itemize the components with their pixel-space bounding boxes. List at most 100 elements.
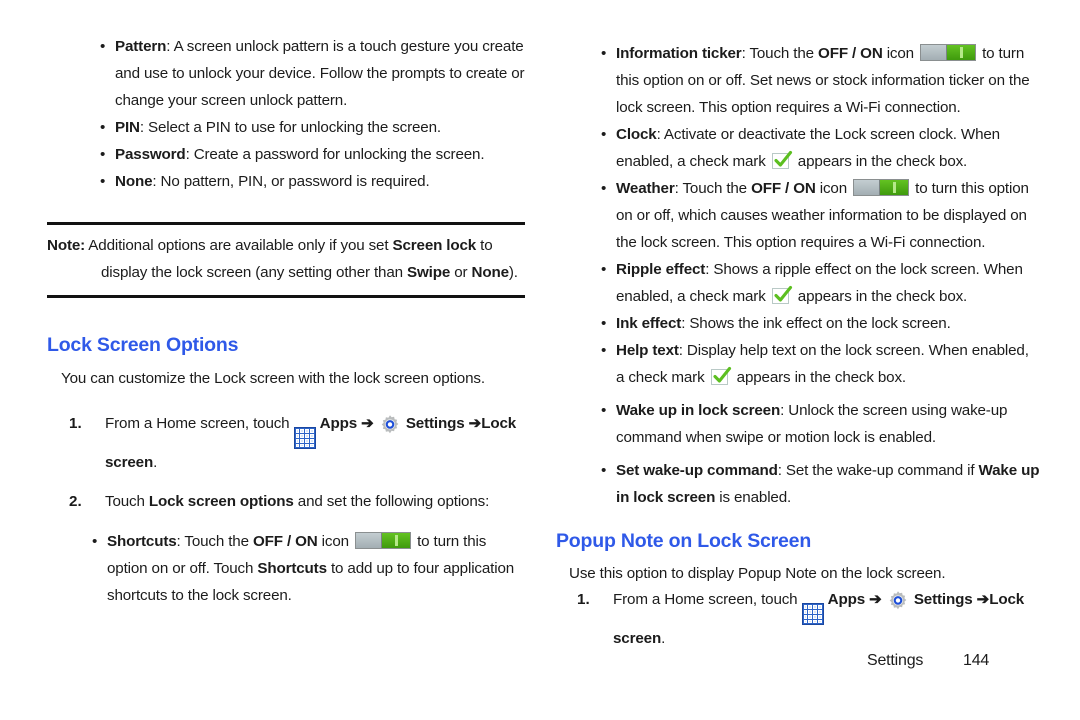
- green-check-icon[interactable]: [710, 366, 731, 386]
- bullet-seg-2: icon: [882, 45, 919, 62]
- list-item-clock: Clock: Activate or deactivate the Lock s…: [601, 121, 1040, 175]
- arrow-right-icon: ➔: [361, 415, 374, 432]
- off-on-label: OFF / ON: [751, 180, 816, 197]
- bullet-term: Clock: [616, 126, 657, 143]
- step-text-post: and set the following options:: [293, 493, 490, 511]
- bullet-seg-2: icon: [317, 533, 353, 550]
- bullet-term: Pattern: [115, 38, 167, 55]
- step-text-pre: From a Home screen, touch: [613, 591, 802, 608]
- bullet-seg-1: : Touch the: [176, 533, 253, 550]
- bullet-seg-1: : Set the wake-up command if: [777, 462, 979, 479]
- list-item: PIN: Select a PIN to use for unlocking t…: [100, 114, 525, 141]
- arrow-right-icon-2: ➔: [468, 415, 482, 432]
- screen-lock-options-list: Pattern: A screen unlock pattern is a to…: [100, 33, 525, 195]
- bullet-seg-2: is enabled.: [715, 489, 792, 506]
- step-period: .: [153, 454, 158, 472]
- note-part-3: or: [450, 264, 472, 281]
- note-text: Note: Additional options are available o…: [47, 232, 525, 286]
- bullet-term: Wake up in lock screen: [616, 402, 781, 419]
- option-bullets-left: Shortcuts: Touch the OFF / ON icon to tu…: [92, 528, 525, 609]
- bullet-seg-1: : Touch the: [674, 180, 752, 197]
- off-on-toggle-icon[interactable]: [920, 44, 977, 61]
- bullet-seg-3: appears in the check box.: [793, 153, 968, 170]
- list-item-wake-up-in-lock-screen: Wake up in lock screen: Unlock the scree…: [601, 397, 1040, 451]
- bullet-seg-1: : Touch the: [741, 45, 819, 62]
- apps-grid-icon[interactable]: [293, 427, 316, 450]
- off-on-label: OFF / ON: [252, 533, 318, 550]
- step-text-pre: Touch: [105, 493, 149, 511]
- bullet-term: PIN: [115, 119, 140, 136]
- note-block: Note: Additional options are available o…: [47, 222, 525, 298]
- off-on-toggle-icon[interactable]: [355, 532, 411, 549]
- settings-label: Settings: [405, 415, 465, 432]
- settings-gear-icon[interactable]: [886, 590, 910, 617]
- apps-label: Apps: [319, 415, 358, 432]
- green-check-icon[interactable]: [771, 285, 792, 305]
- list-item-set-wake-up-command: Set wake-up command: Set the wake-up com…: [601, 457, 1040, 511]
- step-period: .: [661, 630, 666, 648]
- footer-section-label: Settings: [867, 652, 924, 669]
- bullet-term: Information ticker: [616, 45, 742, 62]
- note-part-4: ).: [508, 264, 518, 281]
- note-part-1: Additional options are available only if…: [85, 237, 393, 254]
- bullet-body: : Create a password for unlocking the sc…: [185, 146, 485, 163]
- note-bold-swipe: Swipe: [407, 264, 451, 281]
- step-number: 1.: [577, 591, 590, 608]
- bullet-body: : Select a PIN to use for unlocking the …: [139, 119, 441, 136]
- left-column: Pattern: A screen unlock pattern is a to…: [40, 0, 525, 720]
- bullet-seg-3: appears in the check box.: [793, 288, 968, 305]
- apps-grid-icon[interactable]: [801, 603, 824, 626]
- bullet-term: Weather: [616, 180, 675, 197]
- steps-list: 1. From a Home screen, touch Apps ➔ Sett…: [61, 410, 525, 515]
- list-item-ripple-effect: Ripple effect: Shows a ripple effect on …: [601, 256, 1040, 310]
- settings-label: Settings: [913, 591, 973, 608]
- bullet-term: Shortcuts: [107, 533, 177, 550]
- list-item-weather: Weather: Touch the OFF / ON icon to turn…: [601, 175, 1040, 256]
- step-item-1: 1. From a Home screen, touch Apps ➔ Sett…: [569, 586, 1040, 652]
- off-on-toggle-icon[interactable]: [853, 179, 910, 196]
- list-item-ink-effect: Ink effect: Shows the ink effect on the …: [601, 310, 1040, 337]
- bullet-term: Password: [115, 146, 186, 163]
- bullet-body: : A screen unlock pattern is a touch ges…: [115, 38, 525, 109]
- list-item-information-ticker: Information ticker: Touch the OFF / ON i…: [601, 40, 1040, 121]
- manual-page: Pattern: A screen unlock pattern is a to…: [0, 0, 1080, 720]
- bullet-term: Ripple effect: [616, 261, 706, 278]
- bullet-seg-1: : Shows the ink effect on the lock scree…: [681, 315, 951, 332]
- bullet-bold-2: Shortcuts: [257, 560, 327, 577]
- step-number: 2.: [69, 493, 82, 511]
- bullet-term: Help text: [616, 342, 679, 359]
- green-check-icon[interactable]: [771, 150, 792, 170]
- step-text-pre: From a Home screen, touch: [105, 415, 294, 432]
- apps-label: Apps: [827, 591, 866, 608]
- note-bold-screen-lock: Screen lock: [392, 237, 477, 254]
- intro-paragraph: You can customize the Lock screen with t…: [61, 370, 485, 387]
- arrow-right-icon: ➔: [869, 591, 882, 608]
- note-label: Note:: [47, 237, 86, 254]
- bullet-term: None: [115, 173, 153, 190]
- bullet-term: Ink effect: [616, 315, 682, 332]
- list-item: Password: Create a password for unlockin…: [100, 141, 525, 168]
- note-bold-none: None: [471, 264, 510, 281]
- step-number: 1.: [69, 415, 82, 432]
- footer-page-number: 144: [963, 652, 990, 669]
- bullet-body: : No pattern, PIN, or password is requir…: [152, 173, 430, 190]
- list-item: None: No pattern, PIN, or password is re…: [100, 168, 525, 195]
- list-item: Pattern: A screen unlock pattern is a to…: [100, 33, 525, 114]
- step-item-2: 2. Touch Lock screen options and set the…: [61, 488, 525, 515]
- step-item-1: 1. From a Home screen, touch Apps ➔ Sett…: [61, 410, 525, 476]
- arrow-right-icon-2: ➔: [976, 591, 990, 608]
- bullet-term: Set wake-up command: [616, 462, 778, 479]
- list-item-help-text: Help text: Display help text on the lock…: [601, 337, 1040, 391]
- steps-list-popup: 1. From a Home screen, touch Apps ➔ Sett…: [569, 586, 1040, 652]
- section-heading-popup-note: Popup Note on Lock Screen: [556, 530, 812, 552]
- bullet-seg-3: appears in the check box.: [732, 369, 906, 386]
- intro-paragraph-popup: Use this option to display Popup Note on…: [569, 565, 946, 582]
- list-item-shortcuts: Shortcuts: Touch the OFF / ON icon to tu…: [92, 528, 525, 609]
- option-bullets-right: Information ticker: Touch the OFF / ON i…: [601, 40, 1040, 511]
- settings-gear-icon[interactable]: [378, 414, 402, 441]
- section-heading-lock-screen-options: Lock Screen Options: [47, 334, 239, 356]
- right-column: Information ticker: Touch the OFF / ON i…: [555, 0, 1040, 720]
- off-on-label: OFF / ON: [818, 45, 883, 62]
- step-bold: Lock screen options: [148, 493, 294, 511]
- bullet-seg-2: icon: [815, 180, 852, 197]
